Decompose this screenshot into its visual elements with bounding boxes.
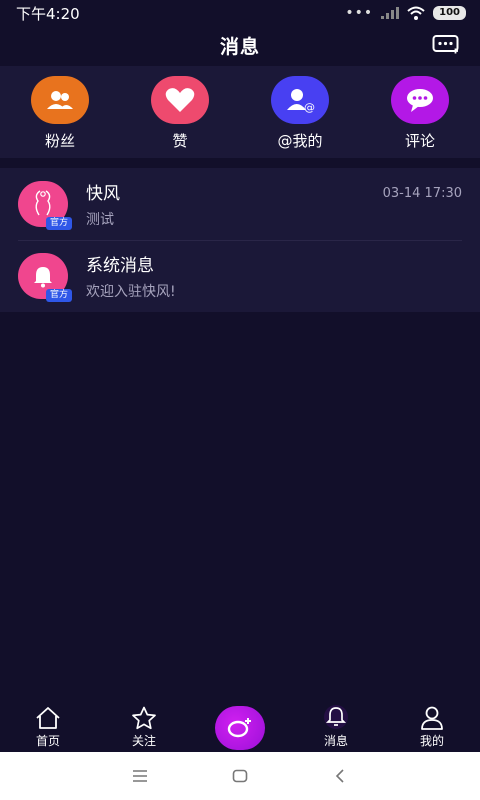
square-icon (232, 769, 248, 783)
message-row-system[interactable]: 官方 系统消息 欢迎入驻快风! (0, 240, 480, 312)
message-preview: 测试 (86, 212, 114, 228)
quick-item-comments[interactable]: 评论 (360, 66, 480, 158)
message-row-kuaifeng[interactable]: 官方 快风 测试 03-14 17:30 (0, 168, 480, 240)
tab-profile[interactable]: 我的 (384, 703, 480, 752)
chat-settings-icon[interactable] (432, 34, 460, 56)
nav-back-button[interactable] (290, 752, 390, 800)
tab-follow[interactable]: 关注 (96, 703, 192, 752)
menu-icon (133, 770, 147, 782)
comment-icon (391, 76, 449, 124)
avatar: 官方 (18, 253, 72, 302)
quick-item-mentions[interactable]: @ @我的 (240, 66, 360, 158)
quick-label-comments: 评论 (404, 132, 435, 150)
avatar: 官方 (18, 181, 72, 230)
quick-actions: 粉丝 赞 @ @我的 评论 (0, 66, 480, 158)
bottom-tab-bar: 首页 关注 消息 我的 (0, 703, 480, 752)
quick-label-fans: 粉丝 (44, 132, 75, 150)
status-icons: ••• 100 (345, 5, 466, 21)
signal-icon (381, 7, 400, 19)
quick-label-likes: 赞 (172, 132, 188, 150)
signal-dots: ••• (345, 5, 374, 21)
message-text: 快风 测试 (86, 179, 120, 229)
message-title: 快风 (86, 184, 120, 204)
quick-label-mentions: @我的 (277, 132, 323, 150)
official-badge: 官方 (45, 217, 72, 230)
status-bar: 下午4:20 ••• 100 (0, 0, 480, 26)
system-nav-bar (0, 752, 480, 800)
official-badge: 官方 (45, 289, 72, 302)
message-list: 官方 快风 测试 03-14 17:30 官方 系统消息 欢迎入驻快风! (0, 168, 480, 312)
tab-create[interactable] (192, 703, 288, 752)
mention-icon: @ (271, 76, 329, 124)
message-title: 系统消息 (86, 256, 154, 276)
header: 消息 (0, 26, 480, 64)
fans-icon (31, 76, 89, 124)
person-icon (421, 706, 443, 730)
back-chevron-icon (335, 769, 344, 783)
battery-indicator: 100 (433, 6, 466, 20)
bell-icon (324, 705, 348, 729)
tab-label-follow: 关注 (131, 734, 156, 748)
tab-label-profile: 我的 (419, 734, 444, 748)
wifi-icon (407, 6, 425, 20)
camera-add-icon (215, 705, 265, 750)
home-icon (36, 707, 60, 729)
heart-icon (151, 76, 209, 124)
quick-item-fans[interactable]: 粉丝 (0, 66, 120, 158)
message-text: 系统消息 欢迎入驻快风! (86, 251, 176, 301)
star-icon (132, 706, 156, 730)
nav-home-button[interactable] (190, 752, 290, 800)
nav-menu-button[interactable] (90, 752, 190, 800)
tab-home[interactable]: 首页 (0, 703, 96, 752)
message-time: 03-14 17:30 (382, 186, 462, 201)
figure-logo-icon (35, 190, 51, 216)
svg-text:@: @ (304, 101, 315, 113)
quick-item-likes[interactable]: 赞 (120, 66, 240, 158)
message-preview: 欢迎入驻快风! (86, 284, 176, 300)
bell-icon (34, 267, 52, 288)
page-title: 消息 (219, 35, 260, 58)
tab-label-messages: 消息 (323, 734, 348, 748)
tab-label-home: 首页 (35, 734, 60, 748)
status-time: 下午4:20 (16, 4, 80, 23)
tab-messages[interactable]: 消息 (288, 703, 384, 752)
